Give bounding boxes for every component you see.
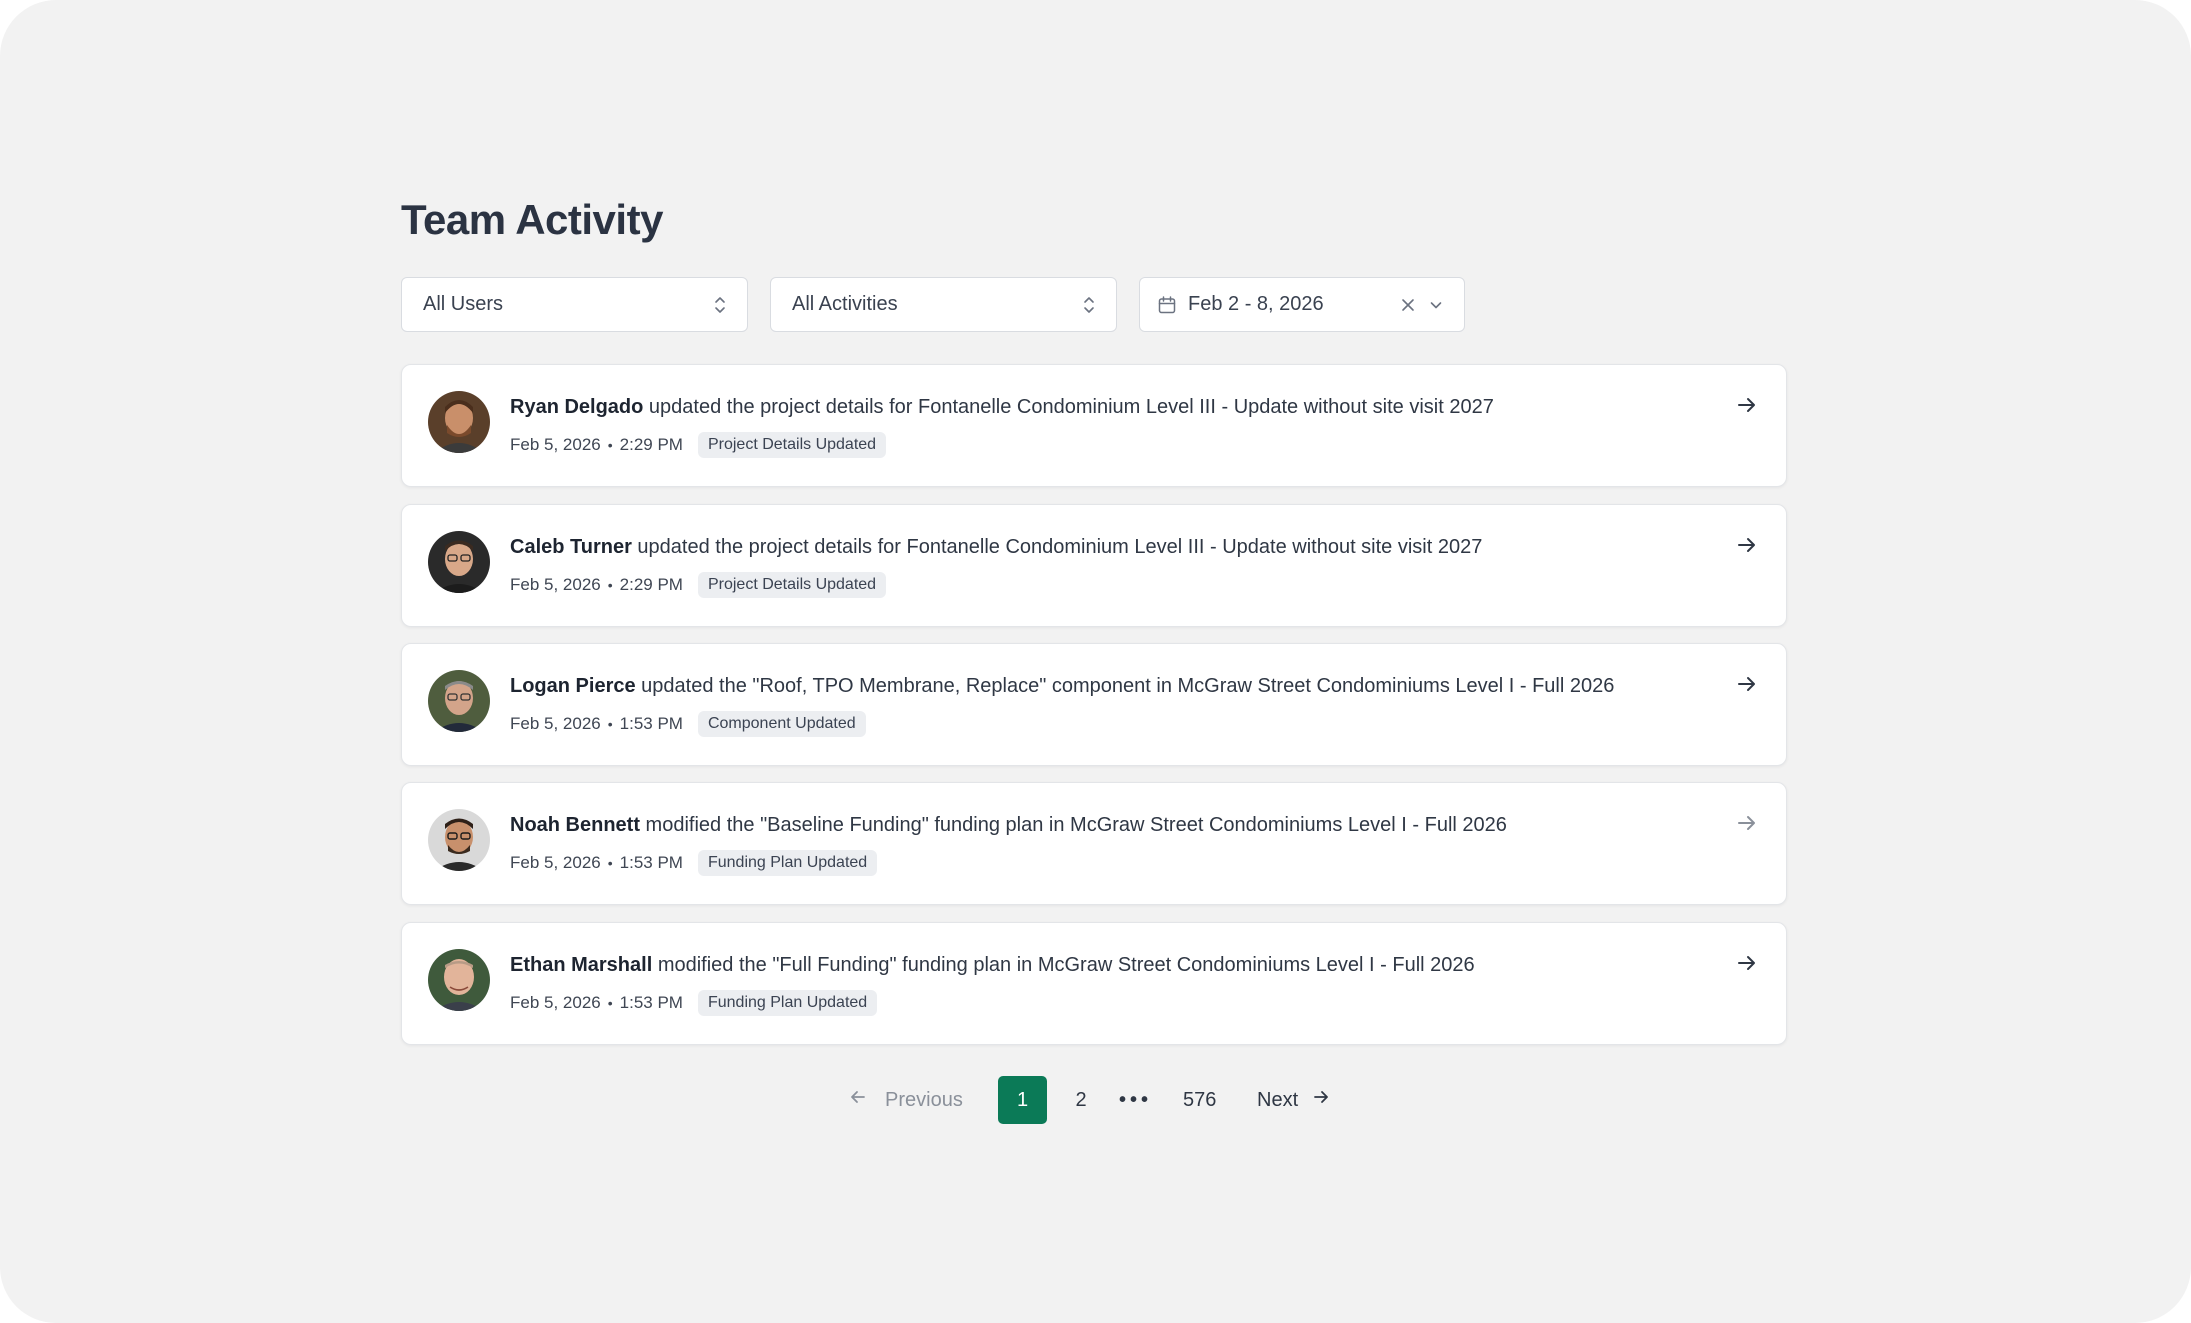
page-frame: Team Activity All Users All Activities F… [0, 0, 2191, 1323]
filter-bar: All Users All Activities Feb 2 - 8, 2026 [401, 277, 1465, 332]
activity-meta: Feb 5, 2026 • 2:29 PM Project Details Up… [510, 432, 887, 458]
page-button-2[interactable]: 2 [1071, 1076, 1091, 1124]
updown-chevron-icon [1082, 294, 1096, 316]
arrow-left-icon [849, 1088, 885, 1112]
date-range-picker[interactable]: Feb 2 - 8, 2026 [1139, 277, 1465, 332]
user-name: Logan Pierce [510, 675, 636, 697]
activity-date: Feb 5, 2026 [510, 435, 601, 454]
separator-dot: • [607, 855, 613, 871]
activity-meta: Feb 5, 2026 • 1:53 PM Component Updated [510, 711, 866, 737]
activity-type-badge: Funding Plan Updated [697, 990, 878, 1016]
activity-description: Ryan Delgado updated the project details… [510, 396, 1494, 419]
activities-filter-value: All Activities [792, 293, 898, 315]
activity-item[interactable]: Ryan Delgado updated the project details… [401, 364, 1787, 487]
activity-time: 1:53 PM [619, 853, 683, 872]
activity-description: Noah Bennett modified the "Baseline Fund… [510, 814, 1507, 837]
avatar [428, 670, 490, 732]
page-button-last[interactable]: 576 [1183, 1076, 1216, 1124]
users-filter-select[interactable]: All Users [401, 277, 748, 332]
date-range-value: Feb 2 - 8, 2026 [1188, 293, 1324, 315]
page-button-current[interactable]: 1 [998, 1076, 1047, 1124]
arrow-right-icon[interactable] [1736, 952, 1758, 974]
activity-date: Feb 5, 2026 [510, 993, 601, 1012]
activity-description: Ethan Marshall modified the "Full Fundin… [510, 954, 1475, 977]
avatar [428, 531, 490, 593]
activity-type-badge: Project Details Updated [697, 432, 887, 458]
arrow-right-icon [1298, 1088, 1330, 1112]
activity-description: Logan Pierce updated the "Roof, TPO Memb… [510, 675, 1614, 698]
activity-date: Feb 5, 2026 [510, 714, 601, 733]
activity-action-text: updated the project details for Fontanel… [643, 396, 1494, 418]
activity-time: 2:29 PM [619, 435, 683, 454]
activity-type-badge: Project Details Updated [697, 572, 887, 598]
avatar [428, 949, 490, 1011]
activity-date: Feb 5, 2026 [510, 575, 601, 594]
activity-description: Caleb Turner updated the project details… [510, 536, 1482, 559]
arrow-right-icon[interactable] [1736, 812, 1758, 834]
activity-action-text: modified the "Full Funding" funding plan… [652, 954, 1475, 976]
clear-x-icon[interactable] [1400, 297, 1416, 313]
activity-item[interactable]: Noah Bennett modified the "Baseline Fund… [401, 782, 1787, 905]
chevron-down-icon[interactable] [1428, 297, 1444, 313]
activity-date: Feb 5, 2026 [510, 853, 601, 872]
user-name: Ryan Delgado [510, 396, 644, 418]
activity-item[interactable]: Logan Pierce updated the "Roof, TPO Memb… [401, 643, 1787, 766]
separator-dot: • [607, 716, 613, 732]
calendar-icon [1157, 295, 1177, 315]
separator-dot: • [607, 437, 613, 453]
page-ellipsis: ••• [1119, 1088, 1153, 1111]
activity-action-text: updated the project details for Fontanel… [631, 536, 1483, 558]
updown-chevron-icon [713, 294, 727, 316]
previous-page-button[interactable]: Previous [849, 1076, 963, 1124]
activity-item[interactable]: Caleb Turner updated the project details… [401, 504, 1787, 627]
pagination: Previous 1 2 ••• 576 Next [401, 1076, 1787, 1124]
activity-meta: Feb 5, 2026 • 1:53 PM Funding Plan Updat… [510, 850, 878, 876]
user-name: Noah Bennett [510, 814, 640, 836]
activity-item[interactable]: Ethan Marshall modified the "Full Fundin… [401, 922, 1787, 1045]
user-name: Caleb Turner [510, 536, 632, 558]
page-title: Team Activity [401, 196, 663, 243]
activity-time: 1:53 PM [619, 714, 683, 733]
arrow-right-icon[interactable] [1736, 534, 1758, 556]
activity-type-badge: Component Updated [697, 711, 866, 737]
arrow-right-icon[interactable] [1736, 394, 1758, 416]
next-page-button[interactable]: Next [1257, 1076, 1330, 1124]
users-filter-value: All Users [423, 293, 504, 315]
arrow-right-icon[interactable] [1736, 673, 1758, 695]
activity-time: 1:53 PM [619, 993, 683, 1012]
activities-filter-select[interactable]: All Activities [770, 277, 1117, 332]
separator-dot: • [607, 577, 613, 593]
activity-time: 2:29 PM [619, 575, 683, 594]
next-label: Next [1257, 1088, 1299, 1111]
avatar [428, 391, 490, 453]
activity-meta: Feb 5, 2026 • 1:53 PM Funding Plan Updat… [510, 990, 878, 1016]
activity-type-badge: Funding Plan Updated [697, 850, 878, 876]
main-content: Team Activity All Users All Activities F… [401, 190, 1787, 1124]
user-name: Ethan Marshall [510, 954, 653, 976]
activity-action-text: updated the "Roof, TPO Membrane, Replace… [635, 675, 1615, 697]
avatar [428, 809, 490, 871]
activity-meta: Feb 5, 2026 • 2:29 PM Project Details Up… [510, 572, 887, 598]
previous-label: Previous [885, 1088, 963, 1111]
activity-action-text: modified the "Baseline Funding" funding … [640, 814, 1507, 836]
separator-dot: • [607, 995, 613, 1011]
